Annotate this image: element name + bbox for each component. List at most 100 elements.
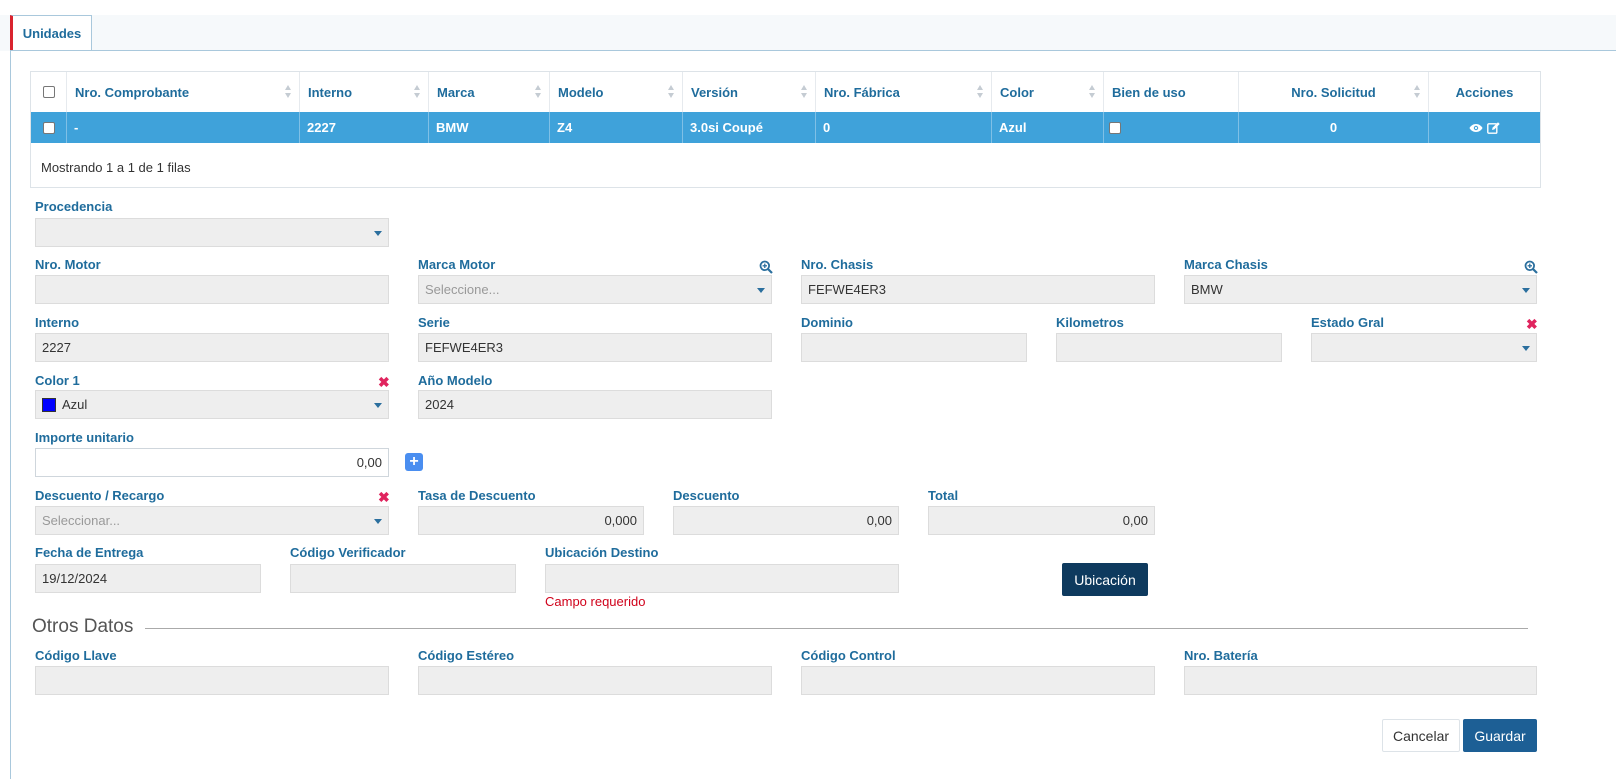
column-label: Modelo (558, 84, 604, 100)
column-header-bien-de-uso: Bien de uso (1104, 72, 1239, 112)
clear-icon[interactable]: ✖ (378, 490, 390, 504)
codigo-estereo-input[interactable] (418, 666, 772, 695)
dominio-input[interactable] (801, 333, 1027, 362)
marca-chasis-value: BMW (1191, 282, 1223, 297)
save-button[interactable]: Guardar (1463, 719, 1537, 752)
fecha-entrega-input[interactable]: 19/12/2024 (35, 564, 261, 593)
tasa-descuento-input[interactable]: 0,000 (418, 506, 644, 535)
bien-de-uso-checkbox[interactable] (1109, 121, 1121, 134)
column-label: Color (1000, 84, 1034, 100)
procedencia-label: Procedencia (35, 199, 113, 214)
cell-interno: 2227 (300, 112, 429, 143)
section-title: Otros Datos (32, 616, 134, 637)
sort-icon (1089, 85, 1096, 99)
fecha-entrega-label: Fecha de Entrega (35, 545, 144, 560)
total-label: Total (928, 488, 959, 503)
cell-comprobante: - (67, 112, 300, 143)
procedencia-select[interactable] (35, 218, 389, 247)
serie-input[interactable]: FEFWE4ER3 (418, 333, 772, 362)
anio-modelo-label: Año Modelo (418, 373, 493, 388)
anio-modelo-input[interactable]: 2024 (418, 390, 772, 419)
nro-motor-input[interactable] (35, 275, 389, 304)
column-header-version[interactable]: Versión (683, 72, 816, 112)
codigo-estereo-label: Código Estéreo (418, 648, 515, 663)
kilometros-input[interactable] (1056, 333, 1282, 362)
nro-bateria-input[interactable] (1184, 666, 1537, 695)
column-label: Bien de uso (1112, 84, 1186, 100)
row-select-cell (31, 112, 67, 143)
marca-motor-label: Marca Motor (418, 257, 496, 272)
nro-chasis-input[interactable]: FEFWE4ER3 (801, 275, 1155, 304)
codigo-llave-input[interactable] (35, 666, 389, 695)
sort-icon (285, 85, 292, 99)
color1-select[interactable]: Azul (35, 390, 389, 419)
nro-chasis-label: Nro. Chasis (801, 257, 874, 272)
codigo-control-input[interactable] (801, 666, 1155, 695)
importe-input[interactable]: 0,00 (35, 448, 389, 477)
ubicacion-button[interactable]: Ubicación (1062, 563, 1148, 596)
marca-chasis-label: Marca Chasis (1184, 257, 1268, 272)
descuento-label: Descuento (673, 488, 740, 503)
marca-chasis-select[interactable]: BMW (1184, 275, 1537, 304)
column-label: Versión (691, 84, 738, 100)
interno-input[interactable]: 2227 (35, 333, 389, 362)
column-header-interno[interactable]: Interno (300, 72, 429, 112)
column-label: Nro. Solicitud (1291, 84, 1376, 100)
sort-icon (977, 85, 984, 99)
tab-unidades[interactable]: Unidades (10, 15, 92, 51)
descuento-input[interactable]: 0,00 (673, 506, 899, 535)
clear-icon[interactable]: ✖ (1526, 317, 1538, 331)
select-all-checkbox[interactable] (42, 86, 55, 98)
ubicacion-destino-input[interactable] (545, 564, 899, 593)
chevron-down-icon (374, 403, 382, 408)
total-input[interactable]: 0,00 (928, 506, 1155, 535)
ubicacion-destino-label: Ubicación Destino (545, 545, 659, 560)
clear-icon[interactable]: ✖ (378, 375, 390, 389)
chevron-down-icon (374, 519, 382, 524)
table-header: Nro. Comprobante Interno Marca Modelo Ve… (31, 72, 1540, 113)
column-header-modelo[interactable]: Modelo (550, 72, 683, 112)
cell-version: 3.0si Coupé (683, 112, 816, 143)
edit-icon[interactable] (1487, 121, 1500, 134)
nro-motor-label: Nro. Motor (35, 257, 101, 272)
add-button[interactable]: + (405, 453, 423, 471)
cell-solicitud: 0 (1239, 112, 1429, 143)
cell-color: Azul (992, 112, 1104, 143)
color1-label: Color 1 (35, 373, 80, 388)
marca-motor-placeholder: Seleccione... (425, 282, 500, 297)
column-header-comprobante[interactable]: Nro. Comprobante (67, 72, 300, 112)
column-header-color[interactable]: Color (992, 72, 1104, 112)
cell-modelo: Z4 (550, 112, 683, 143)
estado-gral-select[interactable] (1311, 333, 1537, 362)
kilometros-label: Kilometros (1056, 315, 1124, 330)
tasa-descuento-label: Tasa de Descuento (418, 488, 536, 503)
chevron-down-icon (1522, 288, 1530, 293)
codigo-control-label: Código Control (801, 648, 896, 663)
column-label: Interno (308, 84, 353, 100)
serie-label: Serie (418, 315, 450, 330)
nro-bateria-label: Nro. Batería (1184, 648, 1258, 663)
search-icon[interactable] (759, 260, 773, 274)
error-message: Campo requerido (545, 594, 646, 609)
marca-motor-select[interactable]: Seleccione... (418, 275, 772, 304)
column-header-marca[interactable]: Marca (429, 72, 550, 112)
descuento-recargo-select[interactable]: Seleccionar... (35, 506, 389, 535)
plus-icon: + (409, 453, 419, 470)
pagination-info: Mostrando 1 a 1 de 1 filas (41, 160, 191, 175)
search-icon[interactable] (1524, 260, 1538, 274)
importe-label: Importe unitario (35, 430, 134, 445)
table-row[interactable]: - 2227 BMW Z4 3.0si Coupé 0 Azul 0 (31, 112, 1540, 143)
color-swatch (42, 397, 56, 412)
cell-bien-de-uso (1104, 112, 1239, 143)
row-checkbox[interactable] (42, 121, 55, 134)
sort-icon (1414, 85, 1421, 99)
chevron-down-icon (1522, 346, 1530, 351)
codigo-verificador-input[interactable] (290, 564, 516, 593)
column-header-solicitud[interactable]: Nro. Solicitud (1239, 72, 1429, 112)
estado-gral-label: Estado Gral (1311, 315, 1384, 330)
column-header-fabrica[interactable]: Nro. Fábrica (816, 72, 992, 112)
sort-icon (414, 85, 421, 99)
cancel-button[interactable]: Cancelar (1382, 719, 1460, 752)
column-label: Nro. Comprobante (75, 84, 190, 100)
eye-icon[interactable] (1469, 123, 1483, 133)
